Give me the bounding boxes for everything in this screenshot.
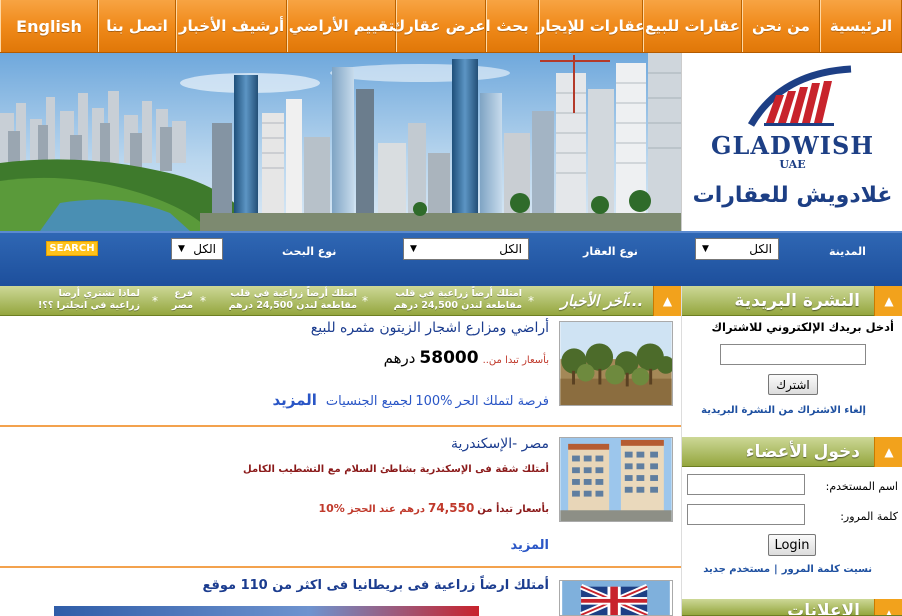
nav-news-archive[interactable]: أرشيف الأخبار — [176, 0, 287, 52]
logo-country: UAE — [779, 158, 806, 171]
uk-flag-photo[interactable] — [559, 580, 673, 616]
listing-card-olive-farms: أراضي ومزارع اشجار الزيتون مثمره للبيع ب… — [0, 316, 681, 427]
listing-description: أمتلك شقة فى الإسكندرية بشاطئ السلام مع … — [243, 464, 549, 475]
newsletter-email-input[interactable] — [720, 344, 866, 365]
listing-title[interactable]: مصر -الإسكندرية — [451, 436, 549, 452]
nav-for-rent[interactable]: عقارات للإيجار — [537, 0, 645, 52]
nav-list-property[interactable]: اعرض عقارك — [391, 0, 491, 52]
ticker-item[interactable]: امتلك أرضاً زراعية في قلب مقاطعة لندن 24… — [386, 288, 522, 314]
ticker-bullet-icon: * — [362, 294, 368, 308]
city-select-value: الكل — [749, 242, 772, 256]
olive-grove-photo[interactable] — [559, 321, 673, 406]
password-input[interactable] — [687, 504, 805, 525]
city-skyline-image — [0, 53, 681, 231]
newsletter-prompt: أدخل بريدك الإلكتروني للاشتراك — [711, 320, 894, 334]
password-label: كلمة المرور: — [840, 510, 898, 523]
news-ticker-bar: ▲ آخر الأخبار... امتلك أرضاً زراعية في ق… — [0, 286, 681, 316]
nav-land-valuation[interactable]: تقييم الأراضي — [287, 0, 396, 52]
promo-row: فرصة لتملك الحر 100% لجميع الجنسيات المز… — [272, 391, 549, 409]
nav-about[interactable]: من نحن — [742, 0, 820, 52]
listing-card-alexandria: مصر -الإسكندرية أمتلك شقة فى الإسكندرية … — [0, 427, 681, 568]
ticker-item[interactable]: فرع مصر — [163, 288, 193, 314]
city-select[interactable]: الكل ▼ — [695, 238, 779, 260]
apartment-building-photo[interactable] — [559, 437, 673, 522]
right-sidebar: النشرة البريدية ▲ أدخل بريدك الإلكتروني … — [681, 286, 902, 616]
logo-name: GLADWISH — [711, 131, 874, 160]
more-link[interactable]: المزيد — [272, 391, 316, 409]
search-type-label: نوع البحث — [282, 245, 337, 258]
ticker-bullet-icon: * — [200, 294, 206, 308]
price-tail: درهم عند الحجز — [347, 504, 425, 515]
news-header-icon: ▲ — [653, 286, 681, 316]
ticker-item[interactable]: لماذا نشتري أرضا زراعية في انجلترا ؟؟! — [30, 288, 140, 314]
dropdown-arrow-icon: ▼ — [178, 244, 185, 254]
uk-promo-banner-image[interactable] — [54, 606, 479, 616]
section-collapse-icon[interactable]: ▲ — [874, 437, 902, 467]
price-unit: درهم — [383, 349, 416, 367]
nav-home[interactable]: الرئيسية — [820, 0, 902, 52]
top-navigation: الرئيسية من نحن عقارات للبيع عقارات للإي… — [0, 0, 902, 53]
section-collapse-icon[interactable]: ▲ — [874, 286, 902, 316]
property-type-select[interactable]: الكل ▼ — [403, 238, 529, 260]
search-type-value: الكل — [193, 242, 216, 256]
property-search-bar: المدينة الكل ▼ نوع العقار الكل ▼ نوع الب… — [0, 231, 902, 286]
promo-percent: 100% — [415, 394, 453, 409]
newsletter-heading: النشرة البريدية — [734, 291, 860, 311]
listing-card-uk-land: أمتلك ارضاً زراعية فى بريطانيا فى اكثر م… — [0, 568, 681, 616]
nav-contact[interactable]: اتصل بنا — [98, 0, 176, 52]
ads-header: الإعلانات ▲ — [682, 599, 902, 616]
section-collapse-icon[interactable]: ▲ — [874, 599, 902, 615]
news-heading: آخر الأخبار... — [560, 292, 644, 310]
price-prefix: بأسعار تبدا من.. — [482, 355, 549, 366]
city-label: المدينة — [829, 245, 866, 258]
listing-title[interactable]: أراضي ومزارع اشجار الزيتون مثمره للبيع — [311, 320, 549, 336]
ticker-bullet-icon: * — [152, 294, 158, 308]
unsubscribe-link[interactable]: إلغاء الاشتراك من النشرة البريدية — [701, 405, 866, 416]
forgot-password-link[interactable]: نسيت كلمة المرور — [782, 564, 872, 575]
members-login-heading: دخول الأعضاء — [745, 442, 860, 462]
nav-for-sale[interactable]: عقارات للبيع — [643, 0, 742, 52]
nav-search[interactable]: بحث — [486, 0, 539, 52]
members-login-header: دخول الأعضاء ▲ — [682, 437, 902, 467]
username-input[interactable] — [687, 474, 805, 495]
price-row: بأسعار تبدأ من 74,550 درهم عند الحجز 10% — [319, 501, 550, 515]
ticker-item[interactable]: امتلك أرضاً زراعية في قلب مقاطعة لندن 24… — [217, 288, 357, 314]
more-link[interactable]: المزيد — [510, 538, 549, 553]
ads-heading: الإعلانات — [787, 601, 860, 616]
property-type-value: الكل — [499, 242, 522, 256]
search-type-select[interactable]: الكل ▼ — [171, 238, 223, 260]
subscribe-button[interactable]: اشترك — [768, 374, 818, 395]
price-value: 58000 — [419, 348, 479, 368]
new-user-link[interactable]: مستخدم جديد — [703, 564, 770, 575]
username-label: اسم المستخدم: — [825, 480, 898, 493]
newsletter-header: النشرة البريدية ▲ — [682, 286, 902, 316]
ticker-bullet-icon: * — [528, 294, 534, 308]
logo-arabic-name: غلادويش للعقارات — [692, 183, 893, 208]
company-logo-icon — [747, 65, 852, 127]
login-button[interactable]: Login — [768, 534, 816, 556]
login-links: نسيت كلمة المرور | مستخدم جديد — [703, 564, 872, 575]
link-separator: | — [774, 564, 778, 575]
logo-area[interactable]: GLADWISH UAE غلادويش للعقارات — [681, 53, 902, 231]
price-text: بأسعار تبدأ من — [477, 504, 549, 515]
promo-prefix: فرصة لتملك الحر — [455, 394, 549, 409]
nav-english[interactable]: English — [0, 0, 98, 52]
price-row: بأسعار تبدا من.. 58000 درهم — [384, 348, 549, 368]
deposit-percent: 10% — [318, 502, 345, 515]
dropdown-arrow-icon: ▼ — [410, 244, 417, 254]
dropdown-arrow-icon: ▼ — [702, 244, 709, 254]
property-type-label: نوع العقار — [583, 245, 638, 258]
search-button[interactable]: SEARCH — [46, 241, 98, 256]
listing-title[interactable]: أمتلك ارضاً زراعية فى بريطانيا فى اكثر م… — [202, 578, 549, 593]
price-value: 74,550 — [427, 501, 475, 515]
header-banner: GLADWISH UAE غلادويش للعقارات — [0, 53, 902, 231]
promo-suffix: لجميع الجنسيات — [325, 394, 413, 409]
